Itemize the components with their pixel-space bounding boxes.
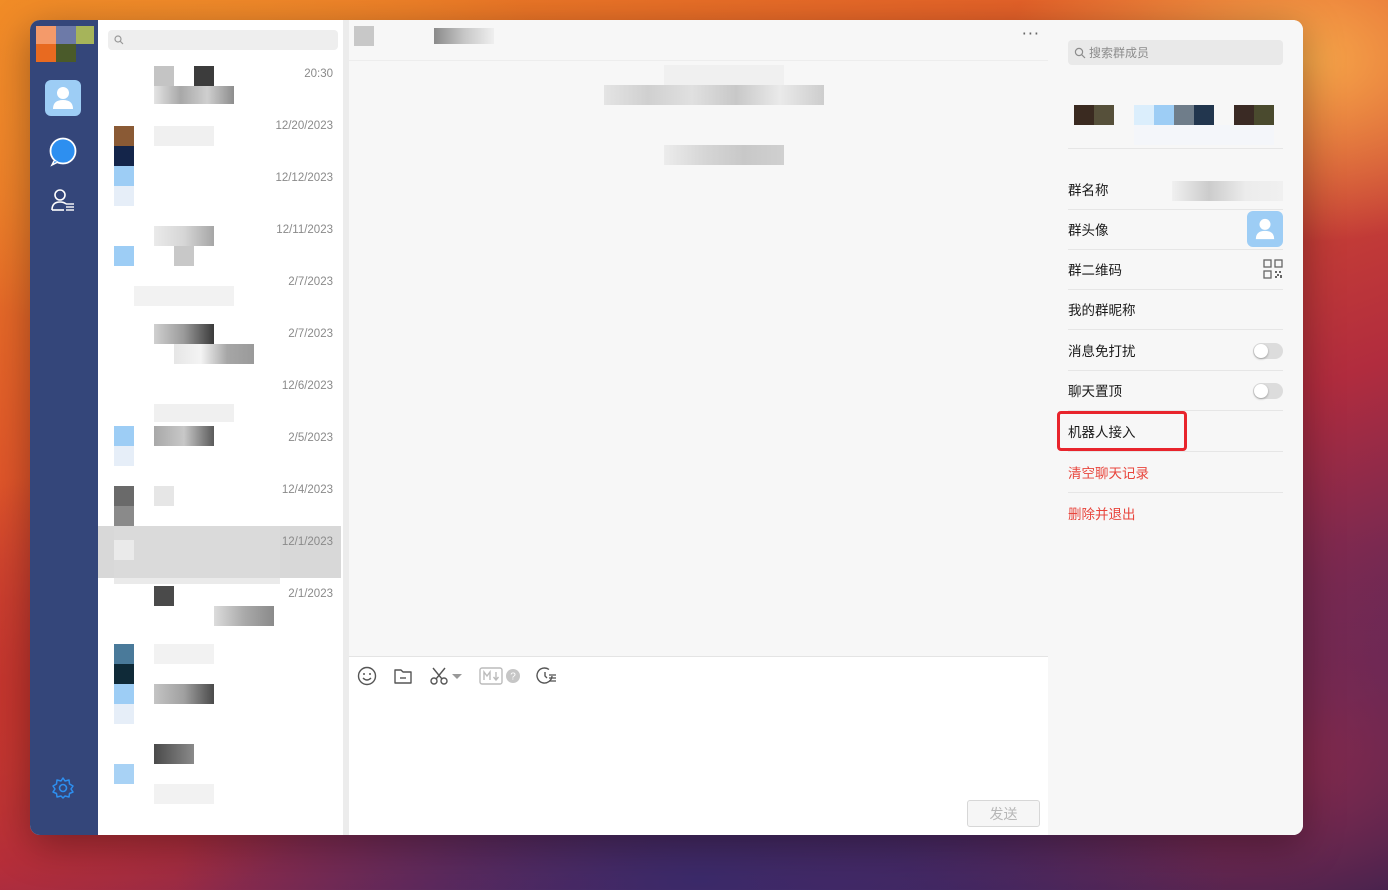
list-item[interactable]: 12/4/2023 [98, 474, 341, 526]
nav-organization[interactable] [45, 183, 81, 219]
emoji-icon [357, 666, 377, 686]
row-my-nickname[interactable]: 我的群昵称 [1068, 289, 1283, 330]
list-item[interactable]: 2/7/2023 [98, 266, 341, 318]
workspace-logo[interactable] [34, 26, 94, 62]
folder-icon [394, 669, 412, 684]
list-item[interactable]: 12/12/2023 [98, 162, 341, 214]
clear-history-button[interactable]: 清空聊天记录 [1068, 452, 1283, 493]
list-item[interactable]: 12/20/2023 [98, 110, 341, 166]
row-group-name[interactable]: 群名称 [1068, 169, 1283, 210]
list-item-date: 12/12/2023 [275, 172, 333, 184]
message-input[interactable] [349, 693, 1048, 793]
list-item-date: 2/1/2023 [288, 588, 333, 600]
chevron-down-icon[interactable] [451, 671, 463, 681]
group-avatar-label: 群头像 [1068, 223, 1109, 239]
group-name-value [1172, 181, 1283, 201]
conversation-search[interactable] [108, 30, 338, 50]
qr-code-icon[interactable] [1263, 259, 1283, 279]
list-item[interactable]: 2/5/2023 [98, 422, 341, 474]
chat-bubble-icon [49, 137, 77, 167]
list-item-date: 12/6/2023 [281, 380, 333, 392]
help-icon[interactable]: ? [505, 668, 521, 684]
delete-and-exit-button[interactable]: 删除并退出 [1068, 493, 1283, 533]
list-item[interactable]: 12/6/2023 [98, 370, 341, 422]
member-search-placeholder: 搜索群成员 [1089, 46, 1150, 60]
chat-notice [604, 85, 824, 105]
row-do-not-disturb: 消息免打扰 [1068, 330, 1283, 371]
delete-and-exit-label: 删除并退出 [1068, 507, 1136, 523]
list-item-date: 2/7/2023 [288, 276, 333, 288]
highlight-box [1057, 411, 1187, 451]
member-search-input[interactable]: 搜索群成员 [1068, 40, 1283, 65]
conversation-list: 20:30 12/20/2023 12/12/2023 12/11/2023 2… [98, 20, 343, 835]
row-group-avatar[interactable]: 群头像 [1068, 209, 1283, 250]
search-icon [114, 35, 124, 45]
list-item-date: 12/4/2023 [281, 484, 333, 496]
file-button[interactable] [393, 665, 413, 687]
list-item[interactable] [98, 734, 341, 804]
history-button[interactable] [535, 665, 557, 687]
list-item-date: 2/7/2023 [288, 328, 333, 340]
history-icon [536, 667, 556, 684]
group-avatar [1247, 211, 1283, 247]
user-icon [53, 87, 73, 109]
search-icon [1074, 47, 1086, 58]
markdown-icon [479, 667, 503, 685]
nav-contacts[interactable] [45, 80, 81, 116]
list-item[interactable]: 20:30 [98, 58, 341, 110]
list-item-date: 2/5/2023 [288, 432, 333, 444]
list-item-date: 20:30 [304, 68, 333, 80]
my-nickname-label: 我的群昵称 [1068, 303, 1136, 319]
send-button[interactable]: 发送 [967, 800, 1040, 827]
group-qr-label: 群二维码 [1068, 263, 1122, 279]
list-item[interactable]: 12/1/2023 [98, 526, 341, 584]
emoji-button[interactable] [357, 665, 377, 687]
markdown-button[interactable]: ? [479, 665, 521, 687]
chat-header: ··· [349, 20, 1048, 61]
member-avatar[interactable] [1074, 105, 1114, 125]
list-item[interactable]: 12/11/2023 [98, 214, 341, 266]
list-item-date: 12/11/2023 [276, 224, 333, 236]
member-avatar[interactable] [1134, 105, 1214, 125]
list-item[interactable] [98, 630, 341, 684]
svg-text:?: ? [510, 672, 516, 683]
nav-rail [30, 20, 98, 835]
do-not-disturb-label: 消息免打扰 [1068, 344, 1136, 360]
do-not-disturb-toggle[interactable] [1253, 343, 1283, 359]
list-item-date: 12/20/2023 [275, 120, 333, 132]
pin-chat-label: 聊天置顶 [1068, 384, 1122, 400]
user-list-icon [51, 189, 74, 211]
chat-title [434, 28, 494, 44]
user-icon [1255, 218, 1275, 240]
group-name-label: 群名称 [1068, 183, 1109, 199]
nav-messages[interactable] [45, 134, 81, 170]
member-avatars [1068, 100, 1283, 149]
nav-settings[interactable] [45, 770, 81, 806]
chat-area: ··· ? 发送 [349, 20, 1048, 835]
chat-notice [664, 145, 784, 165]
list-item[interactable] [98, 682, 341, 734]
screenshot-button[interactable] [429, 665, 463, 687]
gear-icon [52, 777, 74, 799]
clear-history-label: 清空聊天记录 [1068, 466, 1149, 482]
chat-notice [664, 65, 784, 85]
list-item[interactable]: 2/7/2023 [98, 318, 341, 370]
composer: ? 发送 [349, 656, 1048, 835]
scissors-icon [430, 667, 448, 685]
row-group-qr[interactable]: 群二维码 [1068, 249, 1283, 290]
list-item[interactable]: 2/1/2023 [98, 578, 341, 630]
chat-avatar [354, 26, 374, 46]
row-pin-chat: 聊天置顶 [1068, 370, 1283, 411]
pin-chat-toggle[interactable] [1253, 383, 1283, 399]
list-item-date: 12/1/2023 [281, 536, 333, 548]
member-avatar[interactable] [1234, 105, 1274, 125]
more-options-button[interactable]: ··· [1022, 24, 1040, 43]
